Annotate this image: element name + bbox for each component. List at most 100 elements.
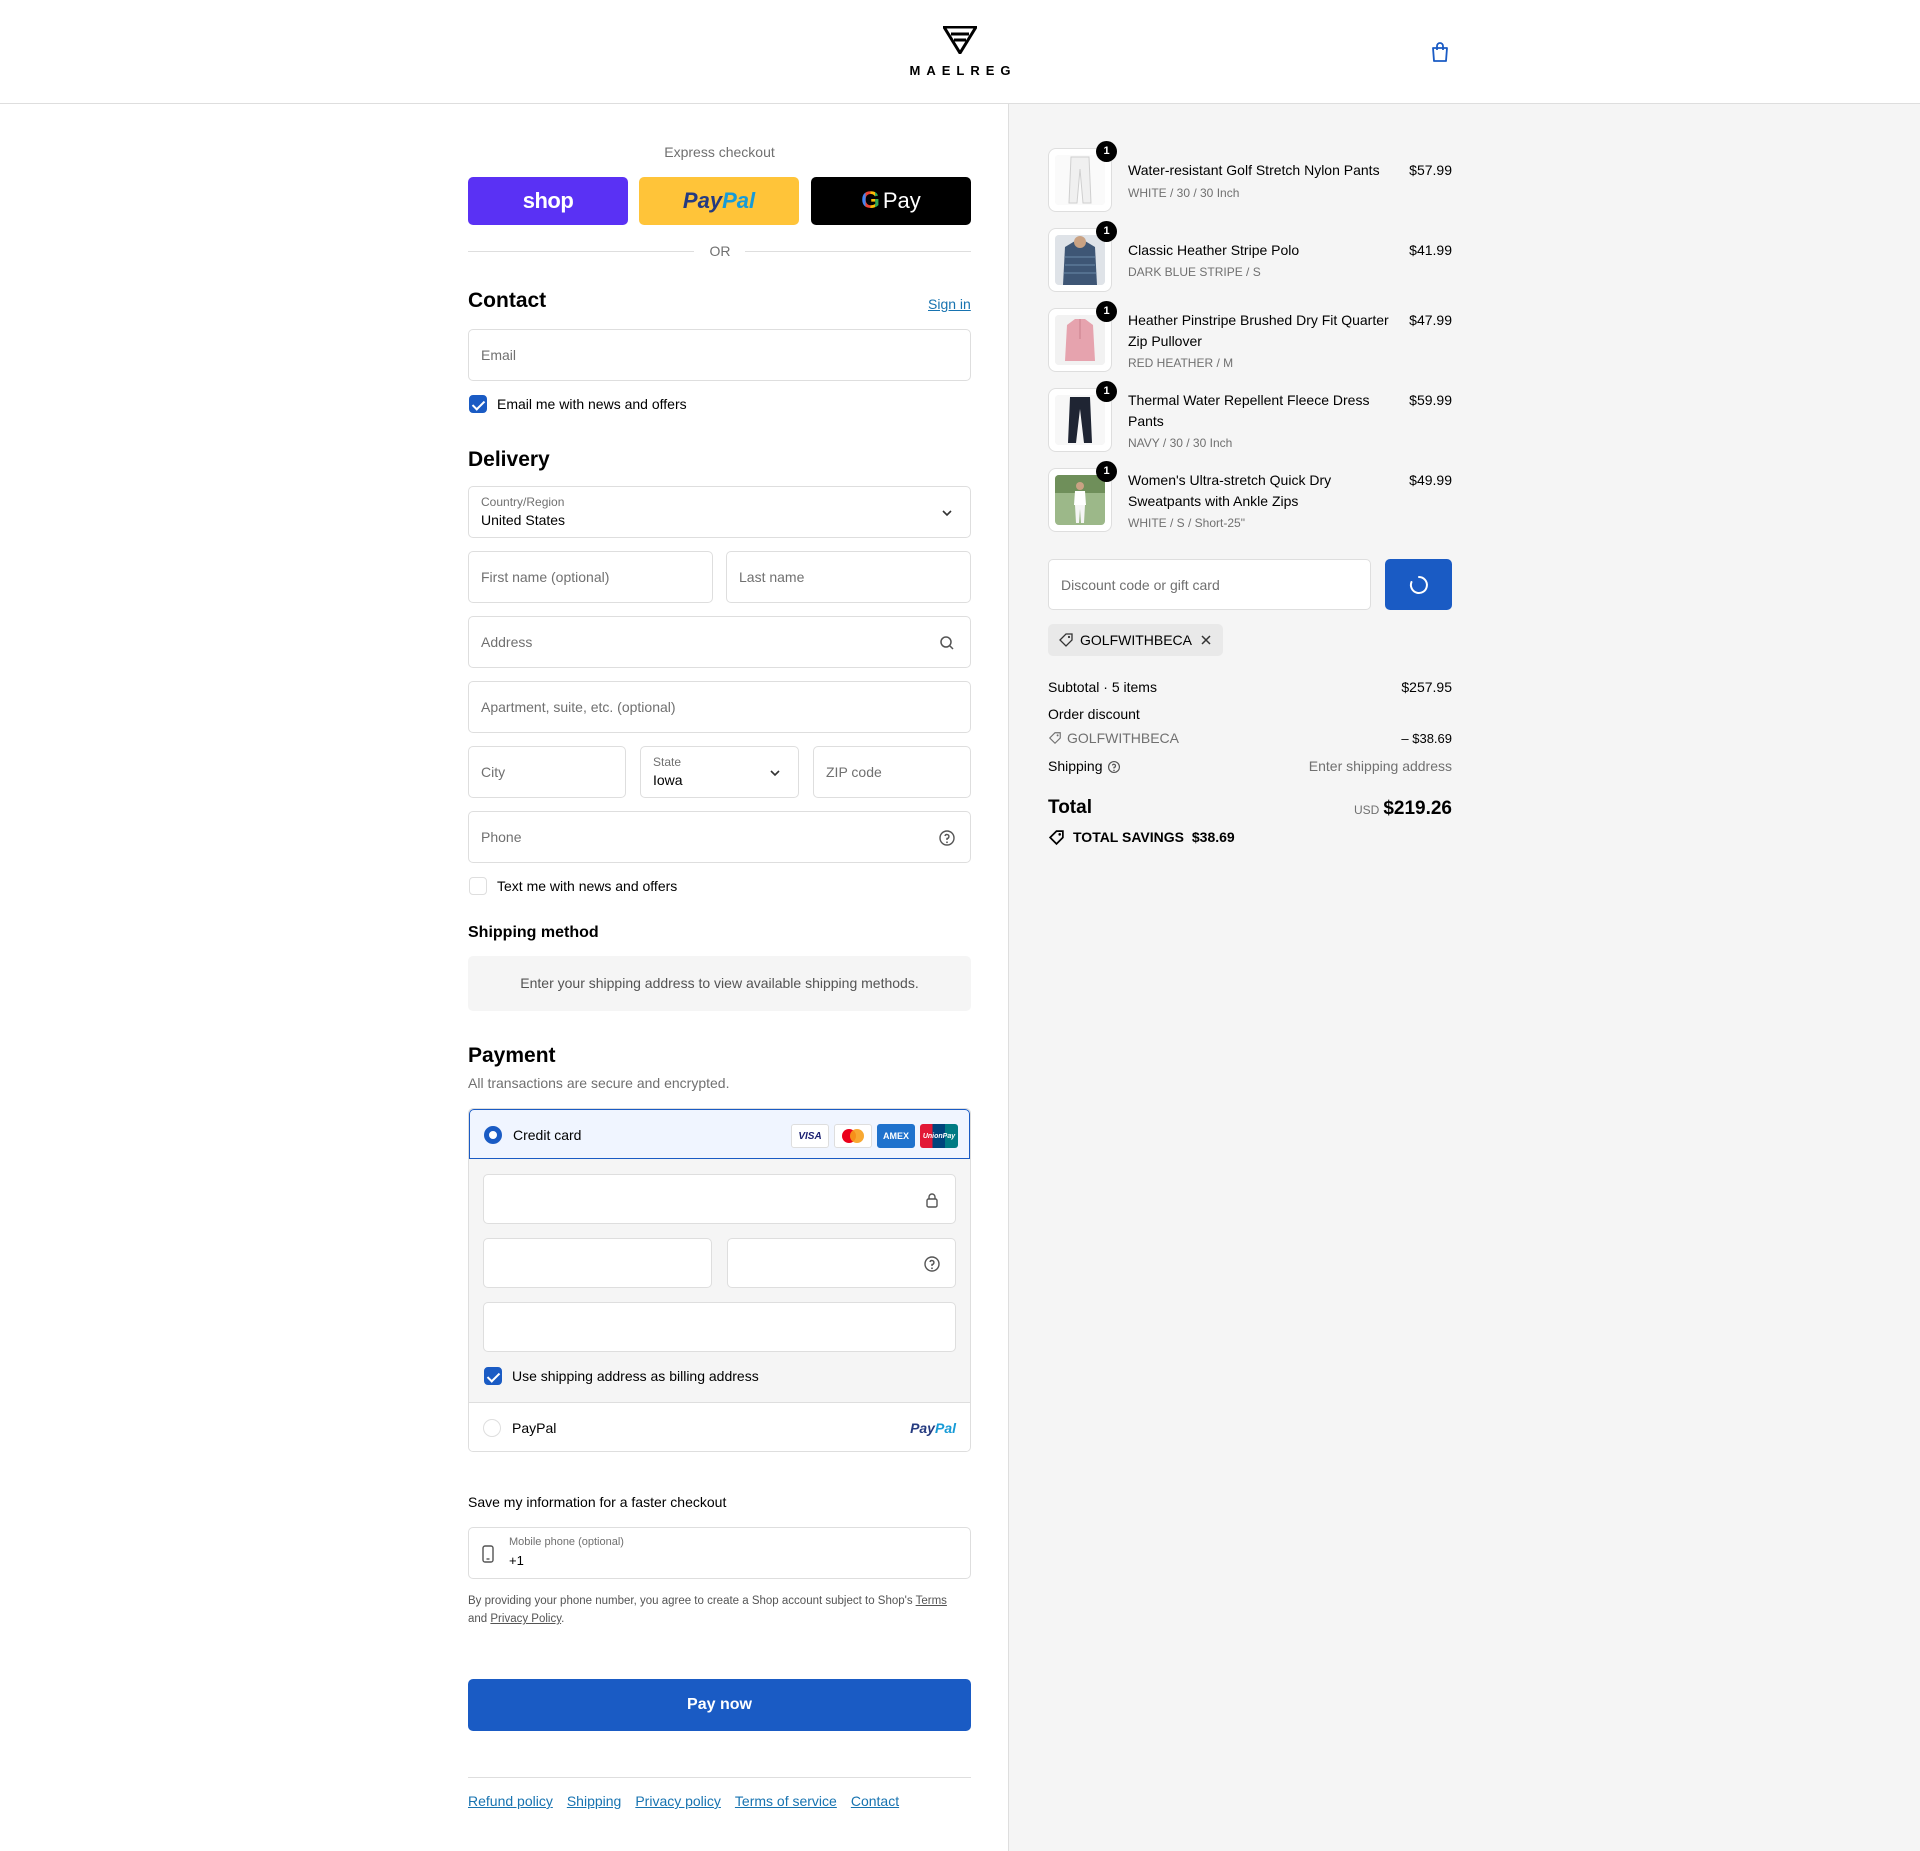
legal-text-1: By providing your phone number, you agre… [468, 1595, 913, 1607]
google-pay-label: Pay [882, 188, 921, 213]
help-circle-icon[interactable] [938, 829, 956, 847]
footer-links: Refund policy Shipping Privacy policy Te… [468, 1793, 899, 1809]
apply-discount-button[interactable] [1385, 559, 1452, 610]
total-amount: USD $219.26 [1292, 798, 1452, 820]
or-divider-text: OR [709, 243, 731, 259]
card-number-field[interactable] [483, 1174, 956, 1224]
phone-field[interactable]: Phone [468, 811, 971, 863]
savings-label: TOTAL SAVINGS [1073, 829, 1184, 845]
item-price: $47.99 [1409, 312, 1452, 328]
shipping-method-message: Enter your shipping address to view avai… [468, 956, 971, 1011]
paypal-logo-part-a: Pay [910, 1420, 935, 1436]
mobile-phone-value: +1 [509, 1553, 524, 1568]
product-thumbnail: 1 [1048, 381, 1117, 452]
paypal-express-button[interactable]: Pay Pal [639, 177, 799, 225]
golfer-photo-icon [1055, 475, 1105, 525]
text-news-checkbox[interactable] [469, 877, 487, 895]
item-variant: WHITE / 30 / 30 Inch [1128, 186, 1240, 200]
paypal-logo-b: Pal [722, 188, 756, 213]
product-thumbnail: 1 [1048, 221, 1117, 292]
sign-in-link[interactable]: Sign in [928, 296, 971, 312]
savings-tag-icon [1048, 830, 1064, 846]
contact-heading: Contact [468, 289, 547, 312]
last-name-placeholder: Last name [739, 569, 805, 585]
product-thumbnail: 1 [1048, 301, 1117, 372]
mobile-phone-field[interactable]: Mobile phone (optional) +1 [468, 1527, 971, 1579]
quantity-badge: 1 [1096, 141, 1117, 162]
apartment-field[interactable]: Apartment, suite, etc. (optional) [468, 681, 971, 733]
mobile-phone-icon [482, 1545, 494, 1563]
dress-pants-icon [1055, 395, 1105, 445]
brand-logo[interactable]: MAELREG [900, 25, 1020, 78]
zip-field[interactable]: ZIP code [813, 746, 971, 798]
quantity-badge: 1 [1096, 461, 1117, 482]
terms-of-service-link[interactable]: Terms of service [735, 1793, 837, 1809]
legal-end: . [561, 1613, 565, 1625]
shop-pay-label: shop [522, 188, 574, 213]
first-name-placeholder: First name (optional) [481, 569, 610, 585]
mobile-phone-label: Mobile phone (optional) [509, 1536, 624, 1548]
search-icon [940, 636, 954, 650]
privacy-policy-link[interactable]: Privacy policy [635, 1793, 721, 1809]
security-code-field[interactable] [727, 1238, 956, 1288]
legal-and: and [468, 1613, 488, 1625]
shop-terms-link[interactable]: Terms [916, 1595, 947, 1607]
cart-item: 1 Women's Ultra-stretch Quick Dry Sweatp… [1048, 461, 1452, 532]
tag-icon [1048, 732, 1061, 745]
total-savings: TOTAL SAVINGS $38.69 [1073, 829, 1235, 845]
shopping-bag-icon[interactable] [1428, 40, 1452, 64]
help-circle-icon[interactable] [923, 1255, 941, 1273]
applied-discount-chip: GOLFWITHBECA [1048, 624, 1223, 656]
delivery-heading: Delivery [468, 448, 550, 471]
item-price: $49.99 [1409, 472, 1452, 488]
country-select[interactable]: Country/Region United States [468, 486, 971, 538]
billing-same-checkbox[interactable] [484, 1367, 502, 1385]
city-field[interactable]: City [468, 746, 626, 798]
subtotal-value: $257.95 [1401, 679, 1452, 695]
discount-placeholder: Discount code or gift card [1061, 577, 1220, 593]
item-name: Water-resistant Golf Stretch Nylon Pants [1128, 162, 1380, 178]
applied-code-text: GOLFWITHBECA [1080, 632, 1193, 648]
cart-item: 1 Water-resistant Golf Stretch Nylon Pan… [1048, 141, 1452, 212]
shop-privacy-link[interactable]: Privacy Policy [490, 1613, 561, 1625]
help-circle-icon[interactable] [1107, 760, 1121, 774]
address-field[interactable]: Address [468, 616, 971, 668]
state-select[interactable]: State Iowa [640, 746, 799, 798]
name-on-card-field[interactable] [483, 1302, 956, 1352]
brand-name: MAELREG [909, 63, 1017, 78]
google-pay-button[interactable]: G Pay [811, 177, 971, 225]
email-field[interactable]: Email [468, 329, 971, 381]
mastercard-circles-icon [842, 1129, 864, 1143]
product-thumbnail: 1 [1048, 141, 1117, 212]
discount-code-field[interactable]: Discount code or gift card [1048, 559, 1371, 610]
paypal-option-label: PayPal [512, 1420, 557, 1436]
credit-card-radio[interactable] [484, 1126, 502, 1144]
cart-item: 1 Classic Heather Stripe Polo DARK BLUE … [1048, 221, 1452, 292]
pullover-icon [1055, 315, 1105, 365]
paypal-option[interactable]: PayPal PayPal [469, 1402, 970, 1451]
first-name-field[interactable]: First name (optional) [468, 551, 713, 603]
credit-card-option[interactable]: Credit card VISA AMEX UnionPay [469, 1109, 970, 1159]
shipping-policy-link[interactable]: Shipping [567, 1793, 622, 1809]
shop-pay-button[interactable]: shop [468, 177, 628, 225]
email-news-checkbox[interactable] [469, 395, 487, 413]
tag-icon [1059, 633, 1073, 647]
remove-discount-icon[interactable] [1199, 633, 1213, 647]
item-price: $41.99 [1409, 242, 1452, 258]
product-image [1055, 315, 1105, 365]
last-name-field[interactable]: Last name [726, 551, 971, 603]
cart-item: 1 Heather Pinstripe Brushed Dry Fit Quar… [1048, 301, 1452, 372]
polo-icon [1055, 235, 1105, 285]
phone-placeholder: Phone [481, 829, 522, 845]
contact-link[interactable]: Contact [851, 1793, 899, 1809]
pay-now-button[interactable]: Pay now [468, 1679, 971, 1731]
paypal-radio[interactable] [483, 1419, 501, 1437]
address-placeholder: Address [481, 634, 533, 650]
amex-icon: AMEX [877, 1124, 915, 1148]
payment-subtitle: All transactions are secure and encrypte… [468, 1075, 730, 1091]
shipping-method-heading: Shipping method [468, 924, 599, 941]
expiration-field[interactable] [483, 1238, 712, 1288]
billing-same-label: Use shipping address as billing address [512, 1368, 759, 1384]
brand-mark-icon [941, 25, 979, 56]
refund-policy-link[interactable]: Refund policy [468, 1793, 553, 1809]
